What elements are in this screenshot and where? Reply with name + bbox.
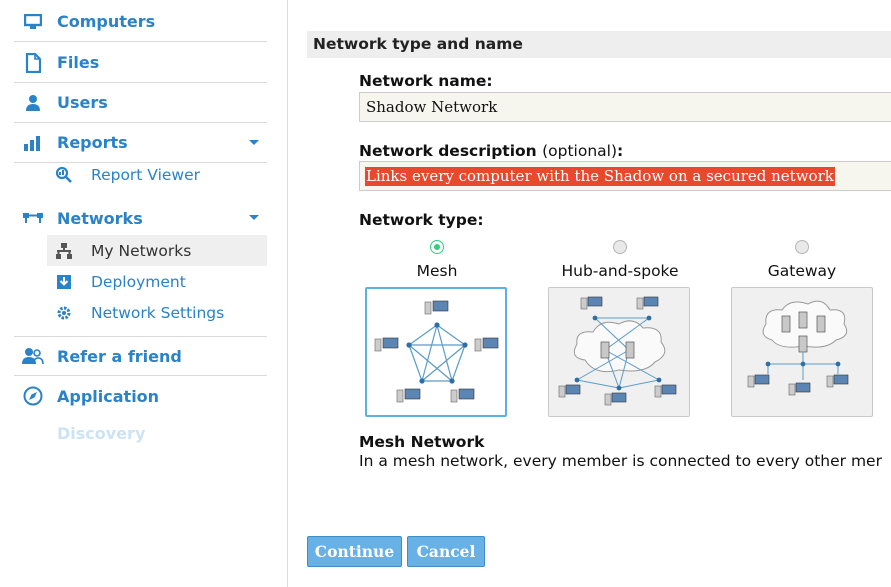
hierarchy-icon [55, 242, 73, 260]
gateway-network-icon [747, 300, 849, 396]
mesh-diagram[interactable] [365, 287, 507, 417]
network-description-input[interactable]: Links every computer with the Shadow on … [365, 167, 835, 186]
hub-and-spoke-diagram[interactable] [548, 287, 690, 417]
continue-button[interactable]: Continue [307, 536, 402, 567]
sidebar-item-label: Refer a friend [57, 346, 182, 366]
sidebar-item-files[interactable]: Files [14, 43, 267, 83]
network-type-mesh[interactable]: Mesh [365, 240, 509, 280]
network-description-field[interactable]: Links every computer with the Shadow on … [359, 161, 891, 191]
sidebar-item-my-networks[interactable]: My Networks [47, 235, 267, 266]
network-name-field[interactable] [359, 92, 891, 122]
sidebar-item-label: Networks [57, 208, 143, 228]
sidebar-item-network-settings[interactable]: Network Settings [47, 297, 267, 328]
sidebar-item-computers[interactable]: Computers [14, 2, 267, 42]
network-name-input[interactable] [360, 93, 891, 121]
chevron-down-icon[interactable] [249, 215, 259, 220]
network-name-label: Network name: [359, 72, 493, 90]
radio-gateway[interactable] [795, 240, 809, 254]
sidebar-item-deployment[interactable]: Deployment [47, 266, 267, 297]
user-icon [22, 92, 44, 114]
sidebar-item-label: Files [57, 53, 100, 72]
network-icon [22, 207, 44, 229]
sidebar-item-label: My Networks [91, 241, 192, 260]
mesh-network-icon [374, 300, 499, 403]
type-label: Mesh [416, 262, 458, 280]
network-description-label: Network description (optional): [359, 142, 623, 160]
sidebar-item-report-viewer[interactable]: Report Viewer [47, 159, 267, 190]
description-label-text: Network description [359, 142, 537, 160]
download-icon [55, 273, 73, 291]
radio-mesh[interactable] [430, 240, 444, 254]
network-type-label: Network type: [359, 211, 484, 229]
sidebar-item-label: Deployment [91, 272, 186, 291]
monitor-icon [22, 11, 44, 33]
sidebar-item-users[interactable]: Users [14, 83, 267, 123]
sidebar-item-networks[interactable]: Networks [14, 198, 267, 238]
refer-users-icon [22, 345, 44, 367]
description-label-colon: : [617, 142, 624, 160]
gear-icon [55, 304, 73, 322]
sidebar-item-label: Report Viewer [91, 165, 200, 184]
selected-type-title: Mesh Network [359, 433, 485, 451]
file-icon [22, 52, 44, 74]
sidebar-item-application[interactable]: Application [14, 376, 267, 416]
sidebar: Computers Files Users Reports Report Vie… [0, 0, 288, 587]
network-type-hub-and-spoke[interactable]: Hub-and-spoke [548, 240, 692, 280]
chevron-down-icon[interactable] [249, 140, 259, 145]
compass-icon [22, 385, 44, 407]
type-label: Gateway [767, 262, 837, 280]
sidebar-item-label: Reports [57, 133, 128, 152]
radio-hub-and-spoke[interactable] [613, 240, 627, 254]
sidebar-item-label: Network Settings [91, 303, 225, 322]
selected-type-description: In a mesh network, every member is conne… [359, 452, 882, 470]
report-viewer-icon [55, 166, 73, 184]
sidebar-item-discovery[interactable]: Discovery [57, 424, 145, 443]
sidebar-item-reports[interactable]: Reports [14, 123, 267, 163]
network-type-gateway[interactable]: Gateway [730, 240, 874, 280]
section-title: Network type and name [313, 35, 523, 53]
sidebar-item-label: Users [57, 93, 108, 112]
cancel-button[interactable]: Cancel [407, 536, 485, 567]
optional-note: (optional) [542, 142, 618, 160]
sidebar-item-label: Application [57, 386, 160, 406]
type-label: Hub-and-spoke [561, 262, 679, 280]
hub-and-spoke-network-icon [558, 296, 677, 406]
gateway-diagram[interactable] [731, 287, 873, 417]
sidebar-item-label: Computers [57, 12, 156, 31]
bar-chart-icon [22, 132, 44, 154]
section-header: Network type and name [307, 31, 891, 58]
sidebar-item-refer-a-friend[interactable]: Refer a friend [14, 336, 267, 376]
